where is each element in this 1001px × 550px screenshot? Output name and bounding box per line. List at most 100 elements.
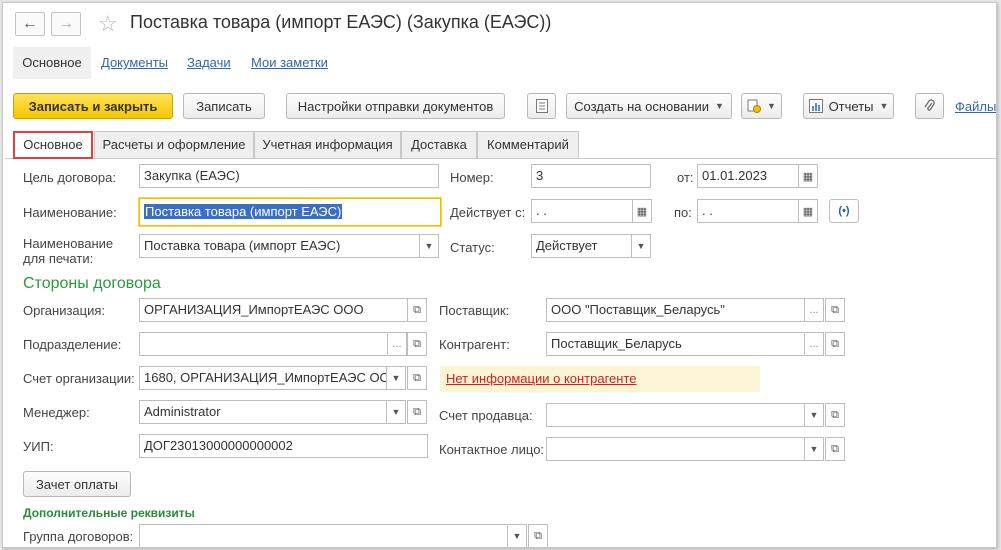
tab-accounting[interactable]: Учетная информация [254, 131, 401, 159]
manager-dropdown[interactable]: ▼ [386, 400, 406, 424]
date-field[interactable]: 01.01.2023 [697, 164, 799, 188]
save-button[interactable]: Записать [183, 93, 265, 119]
dept-open-button[interactable]: ⧉ [407, 332, 427, 356]
seller-account-dropdown[interactable]: ▼ [804, 403, 824, 427]
section-tab-notes[interactable]: Мои заметки [251, 47, 328, 79]
tab-comment[interactable]: Комментарий [477, 131, 579, 159]
chevron-down-icon: ▼ [767, 101, 776, 111]
back-button[interactable]: ← [15, 12, 45, 36]
uip-label: УИП: [23, 439, 54, 454]
chevron-down-icon: ▼ [879, 101, 889, 111]
calendar-button[interactable]: ▦ [632, 199, 652, 223]
forward-button[interactable]: → [51, 12, 81, 36]
favorite-star-icon[interactable]: ☆ [98, 11, 118, 37]
print-name-dropdown[interactable]: ▼ [419, 234, 439, 258]
manager-label: Менеджер: [23, 405, 90, 420]
name-label: Наименование: [23, 205, 117, 220]
open-icon: ⧉ [413, 405, 421, 418]
account-field[interactable]: 1680, ОРГАНИЗАЦИЯ_ИмпортЕАЭС ООО [139, 366, 387, 390]
name-field[interactable]: Поставка товара (импорт ЕАЭС) [139, 198, 441, 226]
valid-to-field[interactable]: . . [697, 199, 799, 223]
from-label: от: [677, 170, 694, 185]
open-icon: ⧉ [831, 337, 839, 350]
dept-field[interactable] [139, 332, 388, 356]
chevron-down-icon: ▼ [424, 241, 434, 251]
broadcast-button[interactable]: (•) [829, 199, 859, 223]
seller-account-open-button[interactable]: ⧉ [825, 403, 845, 427]
broadcast-icon: (•) [838, 205, 850, 217]
print-name-field[interactable]: Поставка товара (импорт ЕАЭС) [139, 234, 420, 258]
chevron-down-icon: ▼ [391, 407, 401, 417]
counterparty-select-button[interactable]: ... [804, 332, 824, 356]
contact-field[interactable] [546, 437, 805, 461]
open-icon: ⧉ [831, 303, 839, 316]
contract-group-field[interactable] [139, 524, 508, 547]
ellipsis-icon: ... [392, 338, 402, 350]
paperclip-icon [924, 99, 935, 111]
print-name-label-line2: для печати: [23, 251, 94, 266]
parties-header: Стороны договора [23, 275, 161, 292]
valid-from-field[interactable]: . . [531, 199, 633, 223]
supplier-label: Поставщик: [439, 303, 510, 318]
contact-open-button[interactable]: ⧉ [825, 437, 845, 461]
supplier-open-button[interactable]: ⧉ [825, 298, 845, 322]
tab-delivery[interactable]: Доставка [401, 131, 477, 159]
ellipsis-icon: ... [809, 304, 819, 316]
extra-header: Дополнительные реквизиты [23, 506, 195, 520]
counterparty-field[interactable]: Поставщик_Беларусь [546, 332, 805, 356]
contact-label: Контактное лицо: [439, 442, 545, 457]
contract-group-open-button[interactable]: ⧉ [528, 524, 548, 547]
status-label: Статус: [450, 240, 495, 255]
arrow-left-icon: ← [22, 15, 38, 32]
open-icon: ⧉ [534, 529, 542, 542]
arrow-right-icon: → [58, 15, 74, 32]
open-icon: ⧉ [413, 303, 421, 316]
account-open-button[interactable]: ⧉ [407, 366, 427, 390]
create-based-on-button[interactable]: Создать на основании ▼ [566, 93, 732, 119]
name-field-text: Поставка товара (импорт ЕАЭС) [144, 204, 343, 219]
tab-payments[interactable]: Расчеты и оформление [94, 131, 254, 159]
dept-select-button[interactable]: ... [387, 332, 407, 356]
files-link[interactable]: Файлы [955, 99, 996, 114]
counterparty-warning-link[interactable]: Нет информации о контрагенте [446, 371, 637, 386]
contact-dropdown[interactable]: ▼ [804, 437, 824, 461]
print-doc-icon [747, 99, 762, 113]
manager-open-button[interactable]: ⧉ [407, 400, 427, 424]
section-tab-main[interactable]: Основное [13, 47, 91, 79]
reports-button[interactable]: Отчеты ▼ [803, 93, 894, 119]
document-window: ← → ☆ Поставка товара (импорт ЕАЭС) (Зак… [2, 2, 997, 548]
section-tab-tasks[interactable]: Задачи [187, 47, 231, 79]
org-field[interactable]: ОРГАНИЗАЦИЯ_ИмпортЕАЭС ООО [139, 298, 408, 322]
send-settings-button[interactable]: Настройки отправки документов [286, 93, 505, 119]
attach-button[interactable] [915, 93, 944, 119]
print-menu-button[interactable]: ▼ [741, 93, 782, 119]
list-button[interactable] [527, 93, 556, 119]
counterparty-open-button[interactable]: ⧉ [825, 332, 845, 356]
contract-group-label: Группа договоров: [23, 529, 134, 544]
supplier-select-button[interactable]: ... [804, 298, 824, 322]
section-tab-documents[interactable]: Документы [101, 47, 168, 79]
goal-field[interactable]: Закупка (ЕАЭС) [139, 164, 439, 188]
open-icon: ⧉ [831, 442, 839, 455]
open-icon: ⧉ [831, 408, 839, 421]
tab-main[interactable]: Основное [13, 131, 93, 159]
supplier-field[interactable]: ООО "Поставщик_Беларусь" [546, 298, 805, 322]
contract-group-dropdown[interactable]: ▼ [507, 524, 527, 547]
seller-account-field[interactable] [546, 403, 805, 427]
payment-offset-button[interactable]: Зачет оплаты [23, 471, 131, 497]
reports-icon [808, 99, 823, 113]
calendar-button[interactable]: ▦ [798, 164, 818, 188]
status-field[interactable]: Действует [531, 234, 632, 258]
number-field[interactable]: 3 [531, 164, 651, 188]
chevron-down-icon: ▼ [714, 101, 724, 111]
calendar-icon: ▦ [802, 170, 814, 183]
account-dropdown[interactable]: ▼ [386, 366, 406, 390]
calendar-button[interactable]: ▦ [798, 199, 818, 223]
reports-label: Отчеты [828, 98, 874, 114]
org-open-button[interactable]: ⧉ [407, 298, 427, 322]
uip-field[interactable]: ДОГ23013000000000002 [139, 434, 428, 458]
status-dropdown[interactable]: ▼ [631, 234, 651, 258]
save-and-close-button[interactable]: Записать и закрыть [13, 93, 173, 119]
create-based-on-label: Создать на основании [574, 98, 709, 114]
manager-field[interactable]: Administrator [139, 400, 387, 424]
